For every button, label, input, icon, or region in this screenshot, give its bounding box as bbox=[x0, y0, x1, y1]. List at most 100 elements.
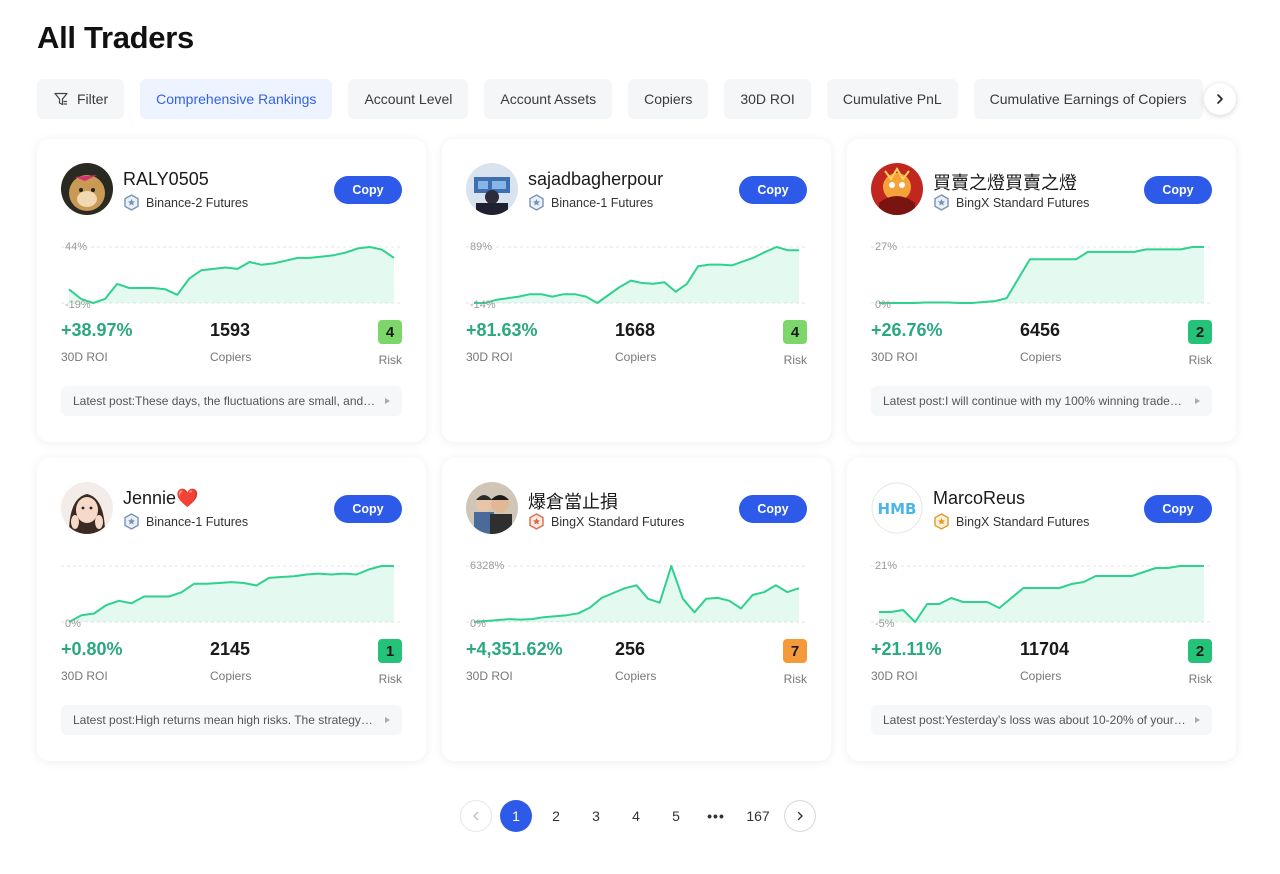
latest-post[interactable]: Latest post:Yesterday's loss was about 1… bbox=[871, 705, 1212, 735]
latest-post-text: Latest post:Yesterday's loss was about 1… bbox=[883, 713, 1212, 727]
risk-badge: 4 bbox=[378, 320, 402, 344]
prev-page-button[interactable] bbox=[460, 800, 492, 832]
ranking-tabs: Filter Comprehensive Rankings Account Le… bbox=[37, 79, 1237, 119]
tab-cumulative-earnings[interactable]: Cumulative Earnings of Copiers bbox=[973, 79, 1203, 119]
risk-label: Risk bbox=[1188, 353, 1212, 367]
trader-card[interactable]: Jennie❤️ Binance-1 Futures Copy 0% +0.80… bbox=[37, 458, 426, 761]
trader-card[interactable]: 爆倉當止損 BingX Standard Futures Copy 6328% 0… bbox=[442, 458, 831, 761]
trader-card[interactable]: HMB MarcoReus BingX Standard Futures Cop… bbox=[847, 458, 1236, 761]
roi-chart: 6328% 0% bbox=[466, 560, 807, 628]
risk-label: Risk bbox=[1188, 672, 1212, 686]
risk-badge: 4 bbox=[783, 320, 807, 344]
roi-value: +38.97% bbox=[61, 320, 133, 340]
copiers-label: Copiers bbox=[1020, 350, 1062, 364]
roi-value: +4,351.62% bbox=[466, 639, 563, 659]
chart-min-label: 0% bbox=[470, 618, 486, 628]
avatar bbox=[466, 163, 518, 215]
exchange-name: Binance-2 Futures bbox=[146, 195, 249, 210]
page-title: All Traders bbox=[37, 20, 194, 55]
copiers-label: Copiers bbox=[1020, 669, 1062, 683]
exchange-label: BingX Standard Futures bbox=[933, 513, 1089, 530]
level-badge-icon bbox=[934, 513, 949, 530]
page-button[interactable]: 5 bbox=[660, 800, 692, 832]
page-button[interactable]: 4 bbox=[620, 800, 652, 832]
next-page-button[interactable] bbox=[784, 800, 816, 832]
risk-label: Risk bbox=[378, 672, 402, 686]
roi-label: 30D ROI bbox=[466, 350, 513, 364]
arrow-right-icon bbox=[385, 717, 390, 723]
chart-max-label: 6328% bbox=[470, 560, 504, 572]
tab-comprehensive-rankings[interactable]: Comprehensive Rankings bbox=[140, 79, 333, 119]
trader-name[interactable]: 買賣之燈買賣之燈 bbox=[933, 169, 1077, 195]
svg-text:HMB: HMB bbox=[878, 500, 917, 518]
copy-button[interactable]: Copy bbox=[1144, 176, 1212, 204]
trader-name[interactable]: RALY0505 bbox=[123, 169, 209, 190]
latest-post-text: Latest post:I will continue with my 100%… bbox=[883, 394, 1212, 408]
roi-chart: 44% -19% bbox=[61, 241, 402, 309]
level-badge-icon bbox=[934, 194, 949, 211]
copiers-value: 2145 bbox=[210, 639, 251, 659]
latest-post[interactable]: Latest post:I will continue with my 100%… bbox=[871, 386, 1212, 416]
chart-area bbox=[474, 247, 799, 303]
chart-max-label: 21% bbox=[875, 560, 897, 572]
tab-30d-roi[interactable]: 30D ROI bbox=[724, 79, 811, 119]
trader-card[interactable]: RALY0505 Binance-2 Futures Copy 44% -19% … bbox=[37, 139, 426, 442]
exchange-name: BingX Standard Futures bbox=[956, 514, 1090, 529]
page-button-last[interactable]: 167 bbox=[740, 800, 776, 832]
copiers-label: Copiers bbox=[615, 669, 657, 683]
latest-post[interactable]: Latest post:High returns mean high risks… bbox=[61, 705, 402, 735]
risk-badge: 2 bbox=[1188, 320, 1212, 344]
copy-button[interactable]: Copy bbox=[334, 495, 402, 523]
chart-max-label: 44% bbox=[65, 241, 87, 253]
risk-label: Risk bbox=[783, 672, 807, 686]
chart-max-label: 27% bbox=[875, 241, 897, 253]
arrow-right-icon bbox=[1195, 717, 1200, 723]
copy-button[interactable]: Copy bbox=[739, 176, 807, 204]
copy-button[interactable]: Copy bbox=[739, 495, 807, 523]
page-button[interactable]: 3 bbox=[580, 800, 612, 832]
tab-account-assets[interactable]: Account Assets bbox=[484, 79, 613, 119]
tabs-scroll-next-button[interactable] bbox=[1204, 83, 1236, 115]
avatar bbox=[466, 482, 518, 534]
trader-card[interactable]: 買賣之燈買賣之燈 BingX Standard Futures Copy 27%… bbox=[847, 139, 1236, 442]
avatar bbox=[61, 482, 113, 534]
chevron-right-icon bbox=[797, 811, 803, 821]
latest-post-text: Latest post:These days, the fluctuations… bbox=[73, 394, 402, 408]
trader-name[interactable]: sajadbagherpour bbox=[528, 169, 663, 190]
exchange-name: BingX Standard Futures bbox=[551, 514, 685, 529]
roi-value: +26.76% bbox=[871, 320, 943, 340]
pagination-ellipsis[interactable]: ••• bbox=[700, 800, 732, 832]
avatar bbox=[871, 163, 923, 215]
tab-copiers[interactable]: Copiers bbox=[628, 79, 709, 119]
exchange-name: Binance-1 Futures bbox=[551, 195, 654, 210]
trader-card[interactable]: sajadbagherpour Binance-1 Futures Copy 8… bbox=[442, 139, 831, 442]
risk-badge: 1 bbox=[378, 639, 402, 663]
chevron-left-icon bbox=[473, 811, 479, 821]
roi-label: 30D ROI bbox=[61, 669, 108, 683]
trader-name[interactable]: MarcoReus bbox=[933, 488, 1025, 509]
level-badge-icon bbox=[124, 513, 139, 530]
arrow-right-icon bbox=[385, 398, 390, 404]
copy-button[interactable]: Copy bbox=[1144, 495, 1212, 523]
chart-min-label: 0% bbox=[875, 299, 891, 309]
roi-label: 30D ROI bbox=[61, 350, 108, 364]
latest-post[interactable]: Latest post:These days, the fluctuations… bbox=[61, 386, 402, 416]
roi-value: +21.11% bbox=[871, 639, 942, 659]
chart-area bbox=[69, 247, 394, 303]
trader-name[interactable]: 爆倉當止損 bbox=[528, 488, 618, 514]
page-button[interactable]: 1 bbox=[500, 800, 532, 832]
tab-cumulative-pnl[interactable]: Cumulative PnL bbox=[826, 79, 958, 119]
copy-button[interactable]: Copy bbox=[334, 176, 402, 204]
trader-name[interactable]: Jennie❤️ bbox=[123, 488, 198, 509]
page-button[interactable]: 2 bbox=[540, 800, 572, 832]
tab-account-level[interactable]: Account Level bbox=[348, 79, 469, 119]
chart-min-label: -19% bbox=[65, 299, 91, 309]
filter-button[interactable]: Filter bbox=[37, 79, 125, 119]
copiers-value: 11704 bbox=[1020, 639, 1070, 659]
exchange-label: Binance-1 Futures bbox=[123, 513, 248, 530]
copiers-label: Copiers bbox=[615, 350, 657, 364]
exchange-label: BingX Standard Futures bbox=[528, 513, 684, 530]
roi-chart: 0% bbox=[61, 565, 402, 628]
roi-value: +0.80% bbox=[61, 639, 123, 659]
arrow-right-icon bbox=[1195, 398, 1200, 404]
